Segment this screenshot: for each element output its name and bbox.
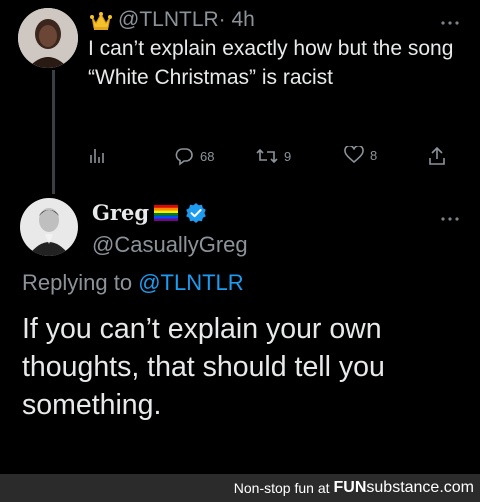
more-options-icon[interactable]	[440, 206, 460, 227]
thread-connector	[52, 70, 55, 194]
crown-icon	[90, 10, 112, 32]
tweet-time: · 4h	[218, 8, 255, 31]
footer-brand-rest: substance	[366, 479, 440, 496]
reply-text: If you can’t explain your own thoughts, …	[22, 313, 385, 421]
analytics-icon	[90, 149, 104, 163]
avatar[interactable]	[20, 198, 78, 256]
replying-to-mention[interactable]: @TLNTLR	[138, 270, 243, 295]
analytics-button[interactable]	[88, 146, 106, 164]
share-button[interactable]	[428, 146, 446, 166]
heart-icon	[344, 146, 364, 164]
avatar-image	[20, 198, 78, 256]
reply-button[interactable]: 68	[174, 146, 214, 166]
display-name[interactable]: Greg	[92, 200, 149, 225]
watermark-footer: Non-stop fun at FUN substance .com	[0, 474, 480, 502]
footer-brand-bold: FUN	[333, 479, 367, 496]
replying-to-label: Replying to	[22, 270, 133, 295]
retweet-button[interactable]: 9	[256, 146, 291, 166]
more-options-icon[interactable]	[440, 10, 460, 31]
like-button[interactable]: 8	[344, 146, 377, 164]
avatar-image	[18, 8, 78, 68]
reply-count: 68	[200, 148, 215, 164]
reply-icon	[175, 148, 193, 166]
tweet-handle[interactable]: @TLNTLR	[118, 8, 219, 31]
share-icon	[429, 146, 445, 165]
rainbow-flag-icon	[154, 205, 178, 221]
verified-badge-icon	[185, 202, 207, 224]
user-handle[interactable]: @CasuallyGreg	[92, 232, 248, 258]
tweet-actions: 68 9 8	[0, 146, 480, 170]
tweet-text: I can’t explain exactly how but the song…	[88, 37, 454, 89]
avatar[interactable]	[18, 8, 78, 68]
footer-brand-suffix: .com	[439, 479, 474, 496]
retweet-count: 9	[284, 148, 292, 164]
tweet-author-line: @TLNTLR· 4h	[118, 8, 255, 32]
footer-prefix: Non-stop fun at	[233, 480, 330, 496]
retweet-icon	[256, 148, 278, 164]
like-count: 8	[370, 147, 378, 163]
replying-to: Replying to @TLNTLR	[22, 270, 244, 296]
